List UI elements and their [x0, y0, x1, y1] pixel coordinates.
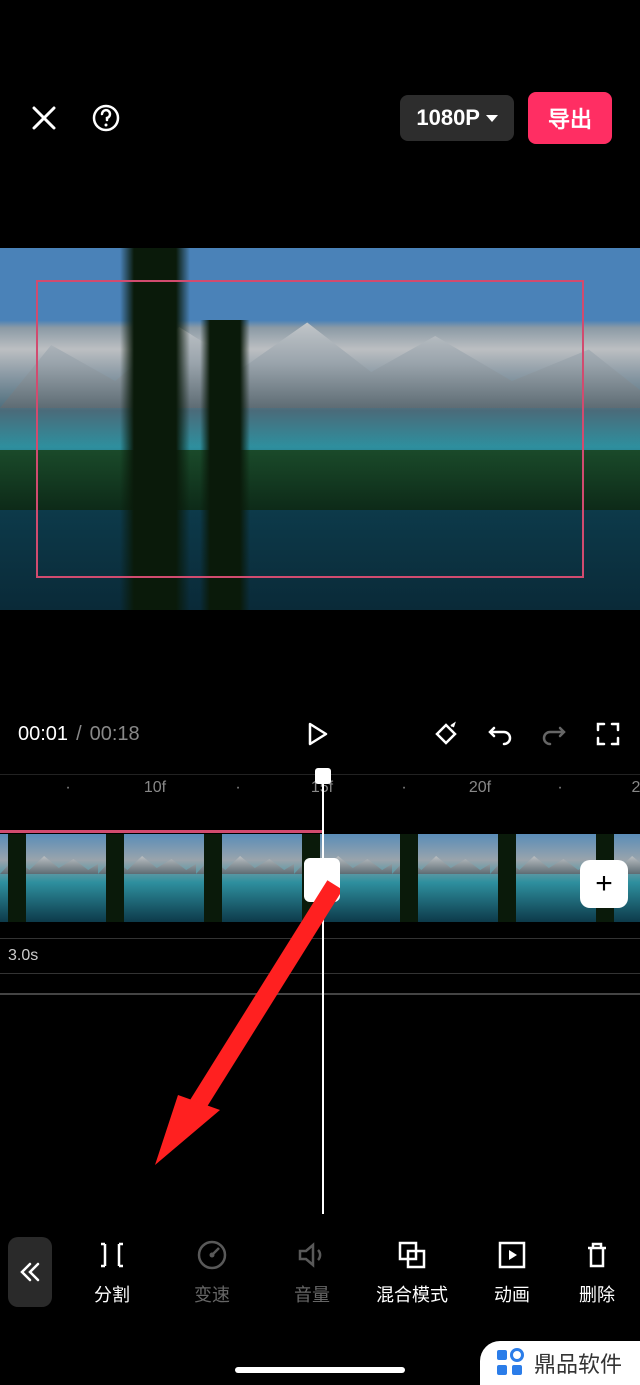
tool-volume[interactable]: 音量: [262, 1237, 362, 1307]
watermark-logo-icon: [494, 1347, 526, 1379]
blend-icon: [395, 1238, 429, 1272]
tool-label: 分割: [94, 1281, 130, 1307]
toolbar-back-button[interactable]: [8, 1237, 52, 1307]
plus-icon: +: [595, 867, 613, 901]
time-total: 00:18: [90, 723, 140, 746]
watermark-text: 鼎品软件: [534, 1347, 622, 1379]
clip-thumbnail[interactable]: [490, 834, 588, 922]
speed-icon: [195, 1238, 229, 1272]
resolution-selector[interactable]: 1080P: [400, 95, 514, 141]
add-clip-button[interactable]: +: [580, 860, 628, 908]
help-button[interactable]: [90, 102, 122, 134]
tool-delete[interactable]: 删除: [562, 1237, 632, 1307]
home-indicator: [235, 1367, 405, 1373]
clip-thumbnail[interactable]: [392, 834, 490, 922]
help-icon: [91, 103, 121, 133]
close-button[interactable]: [28, 102, 60, 134]
time-current: 00:01: [18, 723, 68, 746]
watermark: 鼎品软件: [480, 1341, 640, 1385]
tool-label: 混合模式: [376, 1281, 448, 1307]
keyframe-icon: [433, 721, 459, 747]
resolution-label: 1080P: [416, 105, 480, 131]
track-duration: 3.0s: [8, 947, 38, 965]
tool-label: 变速: [194, 1281, 230, 1307]
top-bar: 1080P 导出: [0, 95, 640, 141]
chevron-double-left-icon: [17, 1259, 43, 1285]
close-icon: [30, 104, 58, 132]
tool-label: 音量: [294, 1281, 330, 1307]
tool-blend[interactable]: 混合模式: [362, 1237, 462, 1307]
fullscreen-button[interactable]: [594, 720, 622, 748]
export-button[interactable]: 导出: [528, 92, 612, 144]
playback-controls: 00:01 / 00:18: [0, 714, 640, 754]
clip-thumbnail[interactable]: [196, 834, 294, 922]
clip-selection-border: [0, 830, 322, 833]
clip-thumbnail[interactable]: [0, 834, 98, 922]
export-label: 导出: [548, 107, 592, 132]
playhead[interactable]: [322, 774, 324, 1214]
play-icon: [304, 721, 330, 747]
time-separator: /: [76, 723, 82, 746]
edit-toolbar: 分割 变速 音量 混合模式 动画 删除: [0, 1222, 640, 1322]
redo-button[interactable]: [540, 720, 568, 748]
animation-icon: [495, 1238, 529, 1272]
video-preview[interactable]: [0, 248, 640, 610]
undo-button[interactable]: [486, 720, 514, 748]
tool-label: 删除: [579, 1281, 615, 1307]
tool-split[interactable]: 分割: [62, 1237, 162, 1307]
ruler-tick: 20f: [469, 779, 491, 797]
ruler-tick: 10f: [144, 779, 166, 797]
redo-icon: [540, 720, 568, 748]
undo-icon: [486, 720, 514, 748]
tool-animation[interactable]: 动画: [462, 1237, 562, 1307]
secondary-track[interactable]: 3.0s: [0, 938, 640, 974]
annotation-arrow: [150, 880, 340, 1170]
clip-thumbnail[interactable]: [98, 834, 196, 922]
fullscreen-icon: [595, 721, 621, 747]
tool-speed[interactable]: 变速: [162, 1237, 262, 1307]
tool-label: 动画: [494, 1281, 530, 1307]
keyframe-button[interactable]: [432, 720, 460, 748]
split-icon: [95, 1238, 129, 1272]
ruler-tick: 2: [632, 779, 640, 797]
volume-icon: [295, 1238, 329, 1272]
delete-icon: [580, 1238, 614, 1272]
chevron-down-icon: [486, 115, 498, 122]
selection-box[interactable]: [36, 280, 584, 578]
play-button[interactable]: [302, 719, 332, 749]
